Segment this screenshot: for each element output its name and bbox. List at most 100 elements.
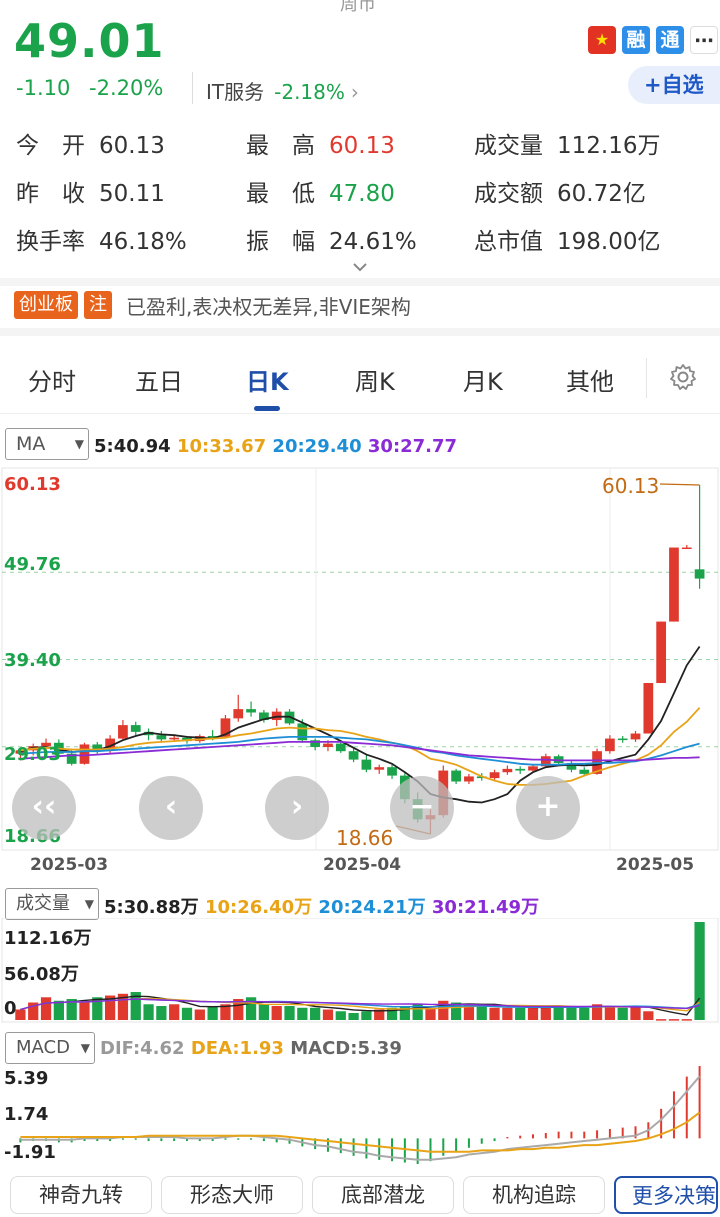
stat-amplitude: 振 幅 24.61% <box>246 229 417 255</box>
candle-body <box>348 751 359 760</box>
candle-body <box>79 744 90 764</box>
current-price: 49.01 <box>14 14 165 68</box>
volume-bar <box>515 1007 526 1020</box>
vol-ma5-value: 5:30.88万 <box>104 897 199 918</box>
tab-separator <box>646 358 647 398</box>
sector-name: IT服务 <box>206 80 265 104</box>
connect-badge[interactable]: 通 <box>656 26 684 54</box>
zoom-in-button[interactable]: + <box>516 776 580 840</box>
candle-body <box>489 772 500 779</box>
dif-value: DIF:4.62 <box>100 1038 185 1059</box>
candle-body <box>630 733 641 740</box>
candle-body <box>156 735 167 740</box>
tab-five-day[interactable]: 五日 <box>135 362 183 397</box>
tab-institution-tracking[interactable]: 机构追踪 <box>463 1176 605 1214</box>
triangle-down-icon: ▼ <box>80 1041 90 1055</box>
vol-ma20-value: 20:24.21万 <box>318 897 426 918</box>
candle-body <box>246 709 256 713</box>
stat-amount: 成交额 60.72亿 <box>474 181 646 207</box>
volume-bar <box>310 1007 321 1020</box>
decision-tool-tabs: 神奇九转 形态大师 底部潜龙 机构追踪 更多决策 <box>0 1172 720 1217</box>
volume-bar <box>604 1006 616 1020</box>
volume-bar <box>681 1019 692 1021</box>
volume-bar <box>297 1007 308 1020</box>
macd-values: DIF:4.62 DEA:1.93 MACD:5.39 <box>100 1038 402 1059</box>
board-info[interactable]: 创业板 注 已盈利,表决权无差异,非VIE架构 <box>14 290 411 320</box>
sector-percent: -2.18% <box>274 80 345 104</box>
volume-bar <box>361 1011 372 1020</box>
volume-bar <box>502 1007 513 1020</box>
active-tab-indicator <box>254 406 280 411</box>
y-axis-label: 29.03 <box>4 744 61 765</box>
more-badge-icon[interactable]: ⋯ <box>690 26 718 54</box>
triangle-down-icon: ▼ <box>84 897 94 911</box>
indicator-select-ma[interactable]: MA ▼ <box>5 428 89 460</box>
tab-other[interactable]: 其他 <box>566 362 614 397</box>
volume-bar <box>322 1009 334 1020</box>
chevron-down-icon[interactable] <box>352 262 368 272</box>
x-axis-label: 2025-05 <box>616 855 695 875</box>
indicator-select-macd[interactable]: MACD ▼ <box>5 1032 95 1064</box>
ma-values: 5:40.94 10:33.67 20:29.40 30:27.77 <box>94 436 457 457</box>
candle-body <box>656 621 667 684</box>
volume-bar <box>566 1007 577 1020</box>
tab-weekly-k[interactable]: 周K <box>355 362 395 397</box>
ma20-value: 20:29.40 <box>272 436 362 457</box>
tab-intraday[interactable]: 分时 <box>28 362 76 397</box>
volume-bar <box>169 1004 180 1020</box>
volume-y-max: 112.16万 <box>4 928 92 949</box>
tab-daily-k[interactable]: 日K <box>246 362 289 397</box>
ma5-value: 5:40.94 <box>94 436 171 457</box>
margin-badge[interactable]: 融 <box>622 26 650 54</box>
indicator-select-volume[interactable]: 成交量 ▼ <box>5 888 99 920</box>
gear-icon[interactable] <box>668 362 698 392</box>
candle-body <box>681 547 692 550</box>
tab-magic-nine[interactable]: 神奇九转 <box>10 1176 152 1214</box>
macd-y-mid: 1.74 <box>4 1104 49 1125</box>
volume-bar <box>79 1002 90 1020</box>
volume-ma-values: 5:30.88万 10:26.40万 20:24.21万 30:21.49万 <box>104 893 539 919</box>
candlestick-chart[interactable] <box>0 466 720 886</box>
candle-body <box>233 709 244 719</box>
ma30-value: 30:27.77 <box>367 436 458 457</box>
scroll-right-button[interactable]: › <box>265 776 329 840</box>
macd-chart[interactable] <box>0 1064 720 1168</box>
volume-bar <box>399 1006 410 1020</box>
volume-chart[interactable] <box>0 918 720 1024</box>
tab-more-decisions[interactable]: 更多决策 <box>614 1176 718 1214</box>
volume-bar <box>245 997 257 1020</box>
tab-pattern-master[interactable]: 形态大师 <box>161 1176 303 1214</box>
tab-bottom-dragon[interactable]: 底部潜龙 <box>312 1176 454 1214</box>
volume-bar <box>271 1006 282 1020</box>
tab-monthly-k[interactable]: 月K <box>463 362 503 397</box>
china-flag-icon: ★ <box>588 26 616 54</box>
scroll-left-button[interactable]: ‹ <box>139 776 203 840</box>
stat-turnover: 换手率 46.18% <box>16 229 187 255</box>
volume-bar <box>643 1011 654 1020</box>
stock-name-header: 周币 <box>340 0 376 15</box>
sector-link[interactable]: IT服务 -2.18% › <box>206 76 359 105</box>
min-price-annotation: 18.66 <box>336 826 394 850</box>
stock-badges: ★ 融 通 ⋯ <box>588 26 718 56</box>
rewind-button[interactable]: ‹‹ <box>12 776 76 840</box>
volume-bar <box>438 1000 449 1020</box>
volume-bar <box>489 1007 500 1020</box>
zoom-out-button[interactable]: − <box>390 776 454 840</box>
volume-bar <box>476 1006 487 1020</box>
volume-y-min: 0 <box>4 998 17 1019</box>
add-watchlist-button[interactable]: +自选 <box>628 66 720 104</box>
candle-body <box>335 743 346 752</box>
candle-body <box>361 759 372 770</box>
x-axis-label: 2025-04 <box>323 855 402 875</box>
candle-body <box>502 768 513 773</box>
y-axis-label: 49.76 <box>4 554 61 575</box>
y-axis-label: 60.13 <box>4 474 61 495</box>
volume-bar <box>630 1006 641 1020</box>
volume-bar <box>284 1006 295 1020</box>
candle-body <box>464 776 474 782</box>
volume-bar <box>617 1007 628 1020</box>
dea-value: DEA:1.93 <box>190 1038 284 1059</box>
stat-prev-close: 昨 收 50.11 <box>16 181 165 207</box>
y-axis-label: 39.40 <box>4 650 61 671</box>
vol-ma10-value: 10:26.40万 <box>204 897 313 918</box>
